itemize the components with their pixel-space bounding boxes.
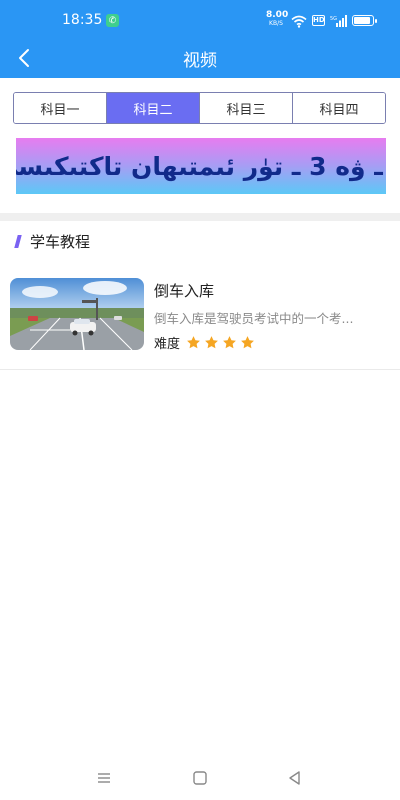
star-icon xyxy=(223,336,236,349)
tab-subject-4[interactable]: 科目四 xyxy=(293,93,385,123)
tab-subject-3[interactable]: 科目三 xyxy=(200,93,293,123)
promo-banner[interactable]: 2 ـ ۋە 3 ـ تۈر ئىمتىھان تاكتىكىسى xyxy=(16,138,386,194)
banner-text: 2 ـ ۋە 3 ـ تۈر ئىمتىھان تاكتىكىسى xyxy=(16,151,386,181)
tab-subject-1[interactable]: 科目一 xyxy=(14,93,107,123)
section-header: 学车教程 xyxy=(14,230,90,252)
page-title: 视频 xyxy=(183,51,217,71)
battery-level xyxy=(354,17,370,24)
net-speed-unit: KB/S xyxy=(269,20,283,27)
battery-icon xyxy=(352,15,377,26)
home-button[interactable] xyxy=(190,768,210,788)
system-navigation-bar xyxy=(0,756,400,800)
status-time: 18:35 xyxy=(62,12,103,28)
subject-tabs: 科目一 科目二 科目三 科目四 xyxy=(13,92,386,124)
svg-text:5G: 5G xyxy=(330,16,337,22)
video-list-item[interactable]: 倒车入库 倒车入库是驾驶员考试中的一个考... 难度 xyxy=(0,266,400,370)
signal-icon: 5G xyxy=(330,13,348,32)
tab-subject-2[interactable]: 科目二 xyxy=(107,93,200,123)
video-thumbnail xyxy=(10,278,144,350)
difficulty-label: 难度 xyxy=(154,337,181,352)
video-description: 倒车入库是驾驶员考试中的一个考... xyxy=(154,311,354,326)
nav-bar: 视频 xyxy=(0,40,400,78)
net-speed-value: 8.00 xyxy=(266,10,289,20)
status-bar: 18:35 ✆ 8.00 KB/S HD 5G xyxy=(0,0,400,40)
header: 18:35 ✆ 8.00 KB/S HD 5G 视频 xyxy=(0,0,400,78)
star-icon xyxy=(187,336,200,349)
difficulty: 难度 xyxy=(154,333,255,352)
recent-apps-button[interactable] xyxy=(94,768,114,788)
section-accent-bar xyxy=(14,234,22,248)
hd-icon: HD xyxy=(312,15,325,26)
triangle-back-icon xyxy=(289,771,300,785)
section-title: 学车教程 xyxy=(30,232,91,251)
system-back-button[interactable] xyxy=(285,768,305,788)
video-title: 倒车入库 xyxy=(154,282,215,300)
menu-icon xyxy=(98,773,110,783)
wifi-icon xyxy=(291,13,307,32)
net-speed: 8.00 KB/S xyxy=(266,10,289,28)
difficulty-stars xyxy=(186,335,255,350)
star-icon xyxy=(241,336,254,349)
square-icon xyxy=(193,771,207,785)
phone-call-icon: ✆ xyxy=(106,14,119,27)
section-divider xyxy=(0,213,400,221)
star-icon xyxy=(205,336,218,349)
